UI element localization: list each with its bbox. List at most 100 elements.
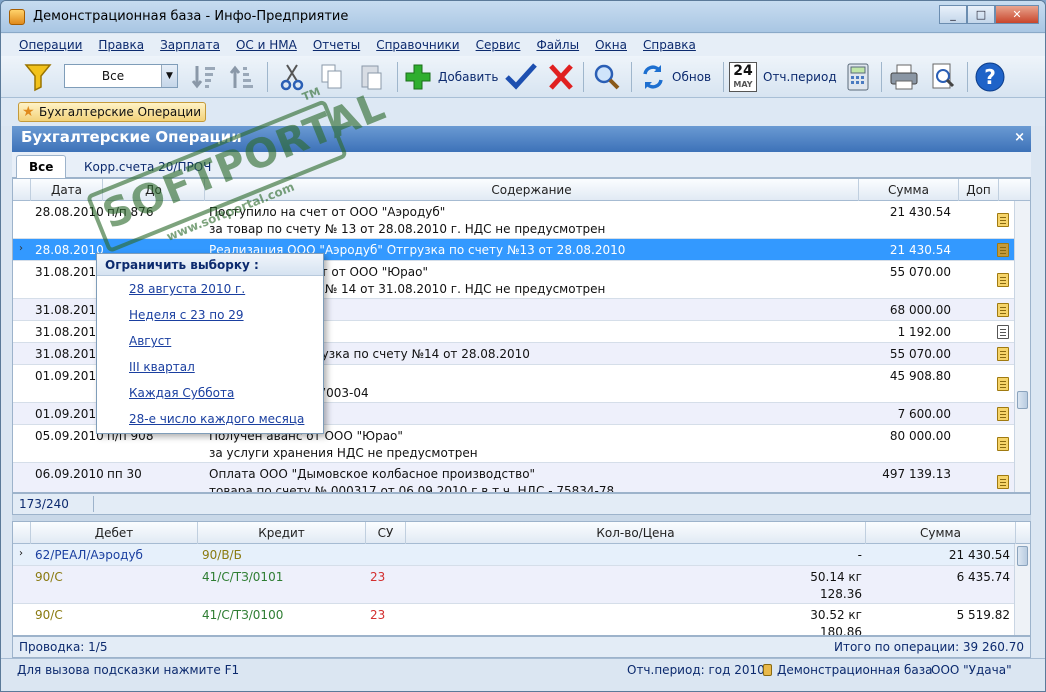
col-entry-sum[interactable]: Сумма bbox=[866, 522, 1016, 544]
document-icon[interactable] bbox=[997, 475, 1009, 489]
cell-sum: 68 000.00 bbox=[889, 303, 951, 317]
panel-header: Бухгалтерские Операции × bbox=[12, 126, 1031, 152]
tab-all[interactable]: Все bbox=[16, 155, 67, 178]
refresh-label: Обнов bbox=[672, 70, 712, 84]
delete-icon[interactable] bbox=[545, 60, 577, 94]
menu-files[interactable]: Файлы bbox=[536, 38, 579, 52]
popup-item-monthday[interactable]: 28-е число каждого месяца bbox=[97, 406, 323, 432]
table-row[interactable]: 28.08.2010 п/п 876 Поступило на счет от ОО… bbox=[13, 201, 1015, 239]
refresh-icon bbox=[643, 65, 663, 89]
document-icon[interactable] bbox=[997, 243, 1009, 257]
col-credit[interactable]: Кредит bbox=[198, 522, 366, 544]
document-icon[interactable] bbox=[997, 407, 1009, 421]
menu-reports[interactable]: Отчеты bbox=[313, 38, 360, 52]
status-divider bbox=[93, 496, 94, 512]
cell-sum: 497 139.13 bbox=[882, 467, 951, 481]
minimize-button[interactable]: _ bbox=[939, 5, 967, 24]
popup-item-month[interactable]: Август bbox=[97, 328, 323, 354]
confirm-icon[interactable] bbox=[503, 60, 539, 94]
current-row-icon: › bbox=[19, 243, 23, 254]
add-button[interactable]: Добавить bbox=[403, 60, 499, 94]
scroll-thumb[interactable] bbox=[1017, 391, 1028, 409]
cell-sum: 7 600.00 bbox=[897, 407, 951, 421]
maximize-button[interactable]: □ bbox=[967, 5, 995, 24]
menu-references[interactable]: Справочники bbox=[376, 38, 459, 52]
cell-credit: 41/С/ТЗ/0101 bbox=[202, 570, 284, 584]
cell-date: 05.09.2010 bbox=[35, 429, 104, 443]
col-qty[interactable]: Кол-во/Цена bbox=[406, 522, 866, 544]
toolbar-separator bbox=[583, 62, 584, 92]
restrict-selection-popup: Ограничить выборку : 28 августа 2010 г. … bbox=[96, 253, 324, 434]
col-doc[interactable]: До bbox=[103, 179, 205, 201]
menu-operations[interactable]: Операции bbox=[19, 38, 82, 52]
cell-credit: 90/В/Б bbox=[202, 548, 242, 562]
popup-item-week[interactable]: Неделя с 23 по 29 bbox=[97, 302, 323, 328]
document-icon[interactable] bbox=[997, 377, 1009, 391]
cell-date: 28.08.2010 bbox=[35, 205, 104, 219]
print-preview-icon[interactable] bbox=[927, 60, 959, 94]
toolbar-separator bbox=[723, 62, 724, 92]
entries-header: Дебет Кредит СУ Кол-во/Цена Сумма bbox=[13, 522, 1030, 544]
document-icon[interactable] bbox=[997, 347, 1009, 361]
menu-edit[interactable]: Правка bbox=[98, 38, 144, 52]
document-icon[interactable] bbox=[997, 303, 1009, 317]
popup-item-saturday[interactable]: Каждая Суббота bbox=[97, 380, 323, 406]
cell-sum: 55 070.00 bbox=[889, 265, 951, 279]
toolbar-separator bbox=[967, 62, 968, 92]
document-icon[interactable] bbox=[997, 325, 1009, 339]
toolbar-separator bbox=[881, 62, 882, 92]
col-debit[interactable]: Дебет bbox=[31, 522, 198, 544]
toolbar: Все ▼ Добавить Обнов 24 MAY Отч.период ? bbox=[1, 56, 1045, 98]
cell-qty: 30.52 кг 180.86 bbox=[810, 608, 862, 636]
col-sum[interactable]: Сумма bbox=[859, 179, 959, 201]
refresh-button[interactable]: Обнов bbox=[639, 60, 719, 94]
document-icon[interactable] bbox=[997, 213, 1009, 227]
document-icon[interactable] bbox=[997, 273, 1009, 287]
filter-combo[interactable]: Все ▼ bbox=[64, 64, 178, 88]
entry-row[interactable]: 62/РЕАЛ/Аэродуб 90/В/Б - 21 430.54 › bbox=[13, 544, 1015, 566]
database-status: Демонстрационная база bbox=[777, 663, 933, 677]
menu-help[interactable]: Справка bbox=[643, 38, 696, 52]
paste-icon[interactable] bbox=[357, 60, 387, 94]
col-date[interactable]: Дата bbox=[31, 179, 103, 201]
menu-windows[interactable]: Окна bbox=[595, 38, 627, 52]
help-icon[interactable]: ? bbox=[973, 60, 1007, 94]
search-icon[interactable] bbox=[591, 60, 623, 94]
cut-icon[interactable] bbox=[277, 60, 307, 94]
popup-item-quarter[interactable]: III квартал bbox=[97, 354, 323, 380]
grid-scrollbar[interactable] bbox=[1014, 201, 1030, 492]
toolbar-separator bbox=[631, 62, 632, 92]
document-icon[interactable] bbox=[997, 437, 1009, 451]
sort-ascending-icon[interactable] bbox=[189, 60, 219, 94]
menu-assets[interactable]: ОС и НМА bbox=[236, 38, 297, 52]
copy-icon[interactable] bbox=[317, 60, 347, 94]
entries-scrollbar[interactable] bbox=[1014, 544, 1030, 635]
scroll-thumb[interactable] bbox=[1017, 546, 1028, 566]
period-label: Отч.период bbox=[763, 70, 837, 84]
col-content[interactable]: Содержание bbox=[205, 179, 859, 201]
org-status: ООО "Удача" bbox=[931, 663, 1012, 677]
close-button[interactable]: ✕ bbox=[995, 5, 1039, 24]
menu-salary[interactable]: Зарплата bbox=[160, 38, 220, 52]
title-bar[interactable]: Демонстрационная база - Инфо-Предприятие… bbox=[1, 1, 1045, 33]
cell-date: 01.09.2010 bbox=[35, 407, 104, 421]
cell-sum: 21 430.54 bbox=[889, 243, 951, 257]
doc-tab-operations[interactable]: ★ Бухгалтерские Операции bbox=[18, 102, 207, 122]
printer-icon[interactable] bbox=[887, 60, 921, 94]
add-label: Добавить bbox=[438, 70, 499, 84]
entry-row[interactable]: 90/С 41/С/ТЗ/0100 23 30.52 кг 180.86 5 519.8… bbox=[13, 604, 1015, 636]
status-bar: Для вызова подсказки нажмите F1 Отч.пери… bbox=[1, 658, 1045, 681]
menu-service[interactable]: Сервис bbox=[476, 38, 521, 52]
filter-icon[interactable] bbox=[23, 60, 53, 94]
col-extra[interactable]: Доп bbox=[959, 179, 999, 201]
popup-item-date[interactable]: 28 августа 2010 г. bbox=[97, 276, 323, 302]
sort-descending-icon[interactable] bbox=[227, 60, 257, 94]
chevron-down-icon[interactable]: ▼ bbox=[161, 65, 177, 87]
calculator-icon[interactable] bbox=[843, 60, 873, 94]
entry-row[interactable]: 90/С 41/С/ТЗ/0101 23 50.14 кг 128.36 6 435.7… bbox=[13, 566, 1015, 604]
period-button[interactable]: 24 MAY Отч.период bbox=[729, 60, 839, 94]
table-row[interactable]: 06.09.2010 пп 30 Оплата ООО "Дымовское кол… bbox=[13, 463, 1015, 492]
col-su[interactable]: СУ bbox=[366, 522, 406, 544]
panel-close-icon[interactable]: × bbox=[1014, 130, 1025, 145]
tab-corr-accounts[interactable]: Корр.счета 20/ПРОЧ bbox=[72, 155, 223, 178]
